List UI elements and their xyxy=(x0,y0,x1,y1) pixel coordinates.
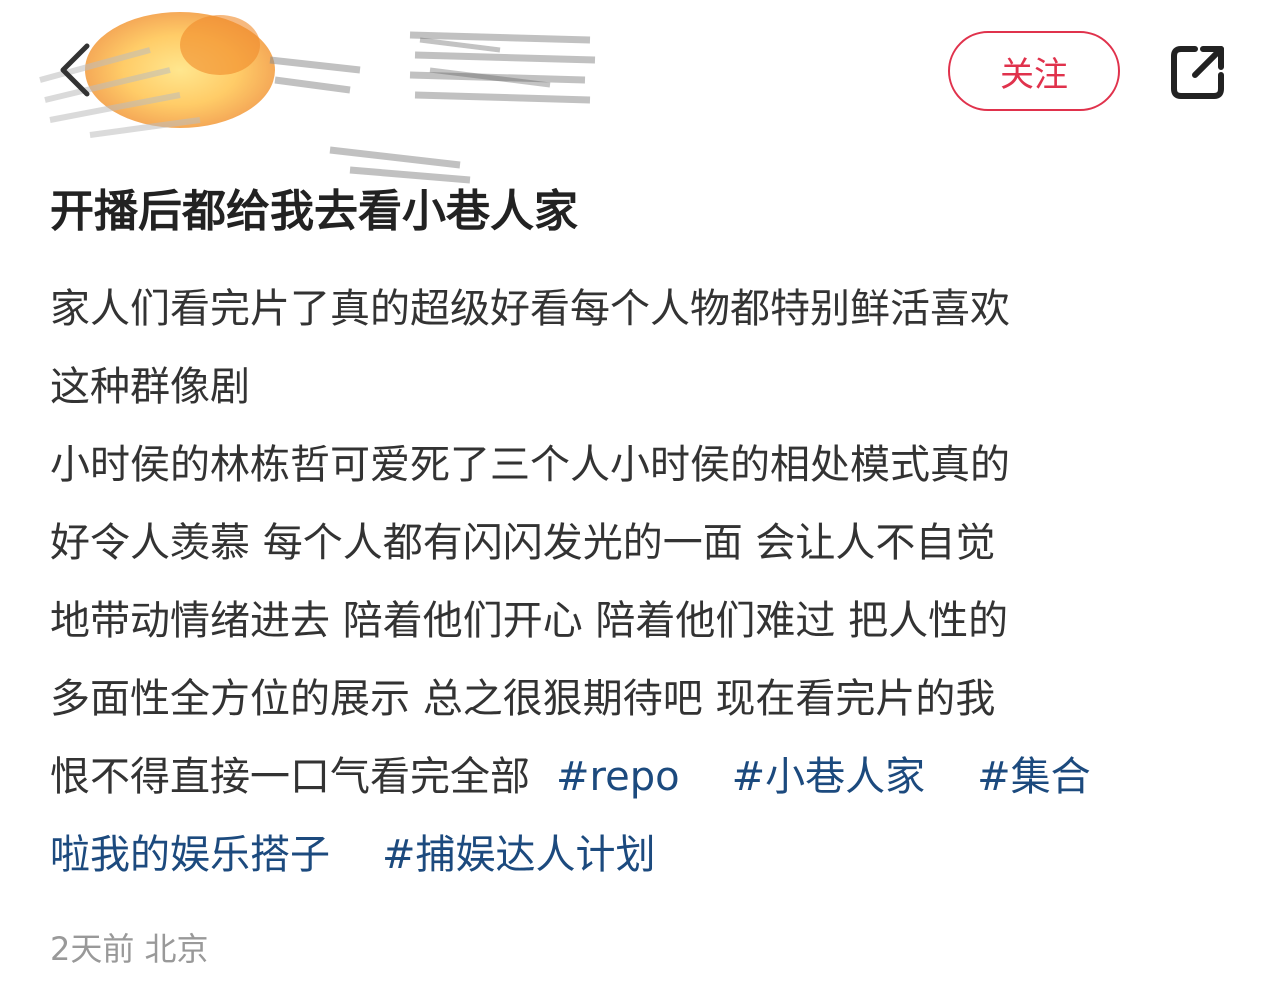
post-line: 这种群像剧 xyxy=(50,364,250,410)
share-external-icon xyxy=(1171,46,1224,99)
post-title: 开播后都给我去看小巷人家 xyxy=(50,186,578,237)
hashtag-repo[interactable]: #repo xyxy=(556,754,680,800)
post-line: 家人们看完片了真的超级好看每个人物都特别鲜活喜欢 xyxy=(50,286,1010,332)
hashtag-xiaoxiang-renjia[interactable]: #小巷人家 xyxy=(732,754,926,800)
hashtag-entertainment-expert-plan[interactable]: #捕娱达人计划 xyxy=(382,832,656,878)
post-line: 多面性全方位的展示 总之很狠期待吧 现在看完片的我 xyxy=(50,676,996,722)
post-line-text: 恨不得直接一口气看完全部 xyxy=(50,754,530,800)
follow-button[interactable]: 关注 xyxy=(948,31,1120,111)
redacted-avatar-scribble xyxy=(39,12,596,184)
post-line: 地带动情绪进去 陪着他们开心 陪着他们难过 把人性的 xyxy=(50,598,1009,644)
post-line-with-hashtags: 恨不得直接一口气看完全部 #repo #小巷人家 #集合 xyxy=(50,738,1240,816)
top-bar: 关注 xyxy=(0,0,1284,184)
post-line: 好令人羡慕 每个人都有闪闪发光的一面 会让人不自觉 xyxy=(50,520,996,566)
hashtag-entertainment-buddy-start[interactable]: #集合 xyxy=(977,754,1091,800)
post-line: 小时侯的林栋哲可爱死了三个人小时侯的相处模式真的 xyxy=(50,442,1010,488)
post-body: 家人们看完片了真的超级好看每个人物都特别鲜活喜欢 这种群像剧 小时侯的林栋哲可爱… xyxy=(50,270,1240,894)
chevron-left-icon xyxy=(60,43,90,97)
post-line-hashtags: 啦我的娱乐搭子 #捕娱达人计划 xyxy=(50,816,1240,894)
post-meta: 2天前 北京 xyxy=(50,930,209,968)
share-button[interactable] xyxy=(1163,40,1233,104)
hashtag-entertainment-buddy-end[interactable]: 啦我的娱乐搭子 xyxy=(50,832,330,878)
back-button[interactable] xyxy=(50,40,100,100)
